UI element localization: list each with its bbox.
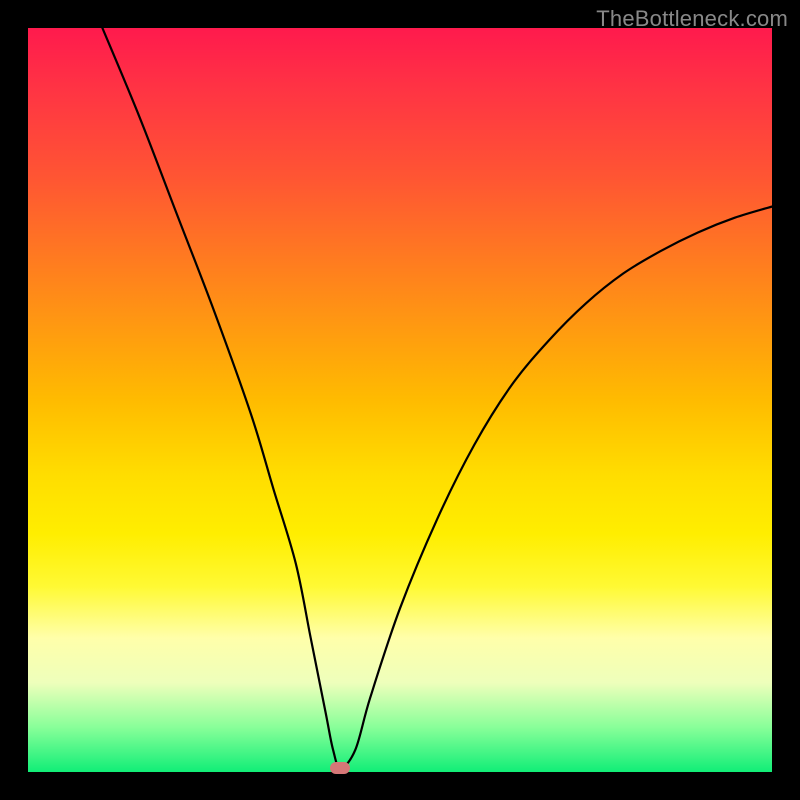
chart-container: TheBottleneck.com xyxy=(0,0,800,800)
valley-marker xyxy=(330,762,350,774)
bottleneck-curve xyxy=(28,28,772,772)
plot-area xyxy=(28,28,772,772)
watermark-text: TheBottleneck.com xyxy=(596,6,788,32)
